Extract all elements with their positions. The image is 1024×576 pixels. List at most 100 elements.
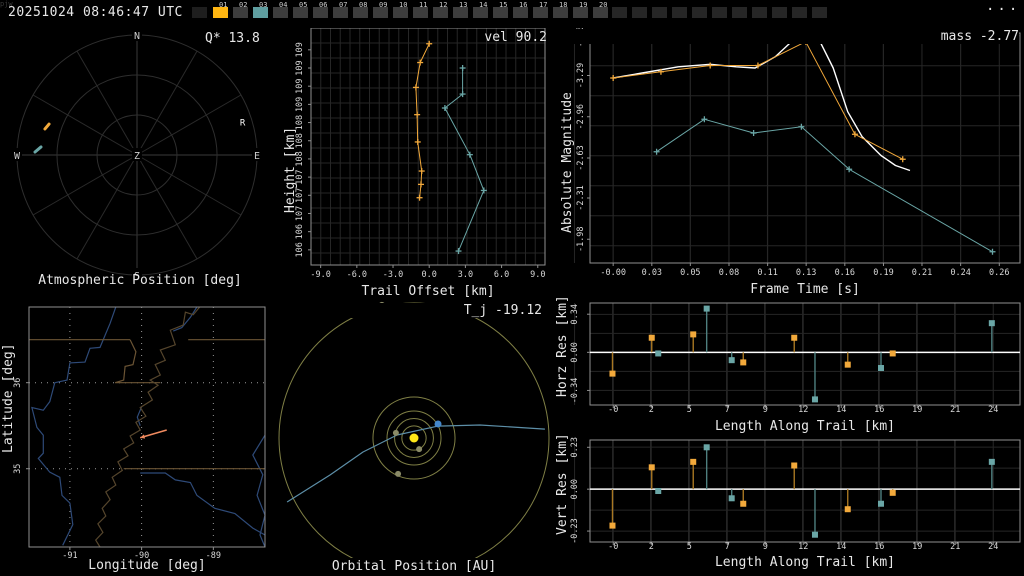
venus-marker (392, 429, 399, 436)
svg-text:14: 14 (836, 542, 846, 552)
stem-point-station-2 (811, 531, 818, 538)
frame-box-label: 08 (359, 1, 368, 9)
frame-box-extra[interactable] (652, 7, 667, 18)
frame-box-extra[interactable] (612, 7, 627, 18)
svg-text:0.03: 0.03 (642, 268, 662, 278)
river (140, 472, 266, 536)
stem-point-station-1 (889, 350, 896, 357)
svg-text:5: 5 (687, 405, 692, 415)
frame-box-extra[interactable] (772, 7, 787, 18)
svg-text:0.13: 0.13 (796, 268, 816, 278)
frame-box-label: 10 (399, 1, 408, 9)
svg-text:0.23: 0.23 (570, 437, 580, 457)
svg-text:109: 109 (295, 60, 305, 75)
frame-box-label: 19 (579, 1, 588, 9)
frame-box-extra[interactable] (712, 7, 727, 18)
svg-text:0.16: 0.16 (835, 268, 855, 278)
frame-box-label: 07 (339, 1, 348, 9)
track-station-1 (43, 122, 51, 131)
frame-box-label: 17 (539, 1, 548, 9)
svg-text:24: 24 (988, 542, 998, 552)
frame-strip[interactable]: 01 02 03 04 05 06 07 08 09 10 11 12 13 14 15 16 17 18 19 20 (0, 0, 1024, 24)
svg-text:9: 9 (763, 405, 768, 415)
frame-box-label: 11 (419, 1, 428, 9)
stem-point-station-2 (728, 357, 735, 364)
compass-north: N (134, 31, 140, 42)
frame-box-extra[interactable] (752, 7, 767, 18)
ground-track-map[interactable]: -91 -90 -893635 (0, 298, 280, 560)
series-station-1 (613, 41, 903, 160)
svg-text:0.19: 0.19 (873, 268, 893, 278)
vert-res-ylabel: Vert Res [km] (555, 433, 570, 535)
frame-box-label: 05 (299, 1, 308, 9)
frame-box-extra[interactable] (812, 7, 827, 18)
meteor-analysis-app: { "header": { "timestamp": "20251024 08:… (0, 0, 1024, 576)
svg-text:0.34: 0.34 (570, 304, 580, 324)
svg-text:2: 2 (649, 542, 654, 552)
svg-text:35: 35 (13, 464, 23, 474)
frame-box-label: 12 (439, 1, 448, 9)
stem-point-station-2 (655, 350, 662, 357)
svg-text:-6.0: -6.0 (347, 270, 367, 280)
stem-point-station-1 (690, 331, 697, 338)
frame-box-extra[interactable] (632, 7, 647, 18)
sun-marker (409, 433, 419, 443)
series-station-2 (444, 68, 485, 252)
svg-text:-0.34: -0.34 (570, 378, 580, 404)
svg-text:-2.31: -2.31 (576, 185, 586, 211)
orbital-position-plot[interactable] (278, 298, 558, 558)
frame-box-extra[interactable] (692, 7, 707, 18)
svg-text:12: 12 (798, 405, 808, 415)
svg-text:109: 109 (295, 97, 305, 112)
stem-point-station-1 (690, 458, 697, 465)
q-star-badge: Q* 13.8 (205, 31, 260, 46)
atmospheric-position-plot[interactable]: NSWEZR (0, 28, 280, 276)
state-border-river (94, 306, 201, 548)
svg-text:12: 12 (798, 542, 808, 552)
svg-text:14: 14 (836, 405, 846, 415)
stem-point-station-2 (703, 305, 710, 312)
stem-point-station-2 (655, 488, 662, 494)
svg-text:-3.0: -3.0 (383, 270, 403, 280)
mercury-marker (416, 446, 423, 453)
stem-point-station-1 (740, 359, 747, 366)
vert-res-xlabel: Length Along Trail [km] (714, 555, 895, 570)
stem-point-station-2 (877, 365, 884, 372)
series-model-fit (613, 32, 911, 172)
svg-text:0.24: 0.24 (950, 268, 970, 278)
frame-box-extra[interactable] (732, 7, 747, 18)
svg-text:0.00: 0.00 (570, 479, 580, 499)
svg-text:3.0: 3.0 (458, 270, 473, 280)
stem-point-station-2 (728, 495, 735, 502)
overflow-menu[interactable]: ... (986, 0, 1020, 14)
svg-text:-0: -0 (608, 405, 618, 415)
height-vs-trail-offset-plot[interactable]: -9.0 -6.0 -3.0 0.0 3.0 6.0 9.01091091091091081… (283, 28, 555, 284)
stem-point-station-2 (811, 396, 818, 403)
orbit-xlabel: Orbital Position [AU] (283, 559, 545, 574)
frame-box-label: 01 (219, 1, 228, 9)
svg-text:7: 7 (725, 542, 730, 552)
frame-box-label: 14 (479, 1, 488, 9)
radiant-marker: R (240, 119, 246, 129)
mass-xlabel: Frame Time [s] (750, 282, 860, 297)
stem-point-station-1 (740, 500, 747, 507)
frame-box-label: 16 (519, 1, 528, 9)
frame-box-lead[interactable] (192, 7, 207, 18)
frame-box-extra[interactable] (792, 7, 807, 18)
svg-text:-2.63: -2.63 (576, 145, 586, 171)
track-station-2 (33, 145, 43, 154)
svg-text:0.08: 0.08 (719, 268, 739, 278)
stem-point-station-2 (703, 444, 710, 451)
svg-text:21: 21 (950, 542, 960, 552)
orbit-title: T_j -19.12 (280, 303, 542, 318)
state-border (114, 339, 161, 384)
stem-point-station-1 (648, 464, 655, 471)
frame-box-extra[interactable] (672, 7, 687, 18)
svg-text:109: 109 (295, 79, 305, 94)
horz-res-xlabel: Length Along Trail [km] (714, 419, 895, 434)
svg-text:-0.00: -0.00 (600, 268, 626, 278)
svg-text:16: 16 (874, 542, 884, 552)
lightcurve-plot[interactable]: -0.00 0.03 0.05 0.08 0.11 0.13 0.16 0.19 0.21 0.2… (555, 28, 1024, 282)
stem-point-station-1 (609, 522, 616, 529)
mars-marker (395, 470, 402, 477)
